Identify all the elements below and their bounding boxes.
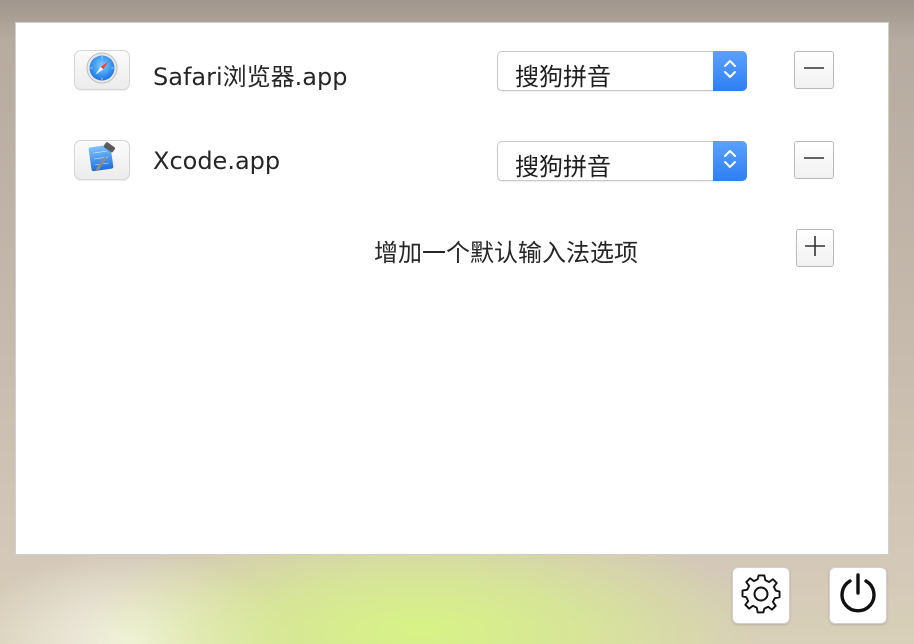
app-name-label: Xcode.app (153, 147, 281, 175)
plus-icon (804, 235, 826, 261)
add-default-input-method-label: 增加一个默认输入法选项 (374, 239, 638, 267)
select-stepper[interactable] (713, 141, 747, 181)
gear-icon (739, 572, 783, 620)
minus-icon (803, 57, 825, 83)
app-name-label: Safari浏览器.app (153, 63, 348, 91)
safari-app-icon-button[interactable] (74, 50, 130, 90)
chevron-up-down-icon (723, 147, 737, 175)
add-option-button[interactable] (796, 229, 834, 267)
remove-app-button[interactable] (794, 141, 834, 179)
quit-button[interactable] (829, 567, 887, 624)
settings-button[interactable] (732, 567, 790, 624)
safari-compass-icon (86, 52, 118, 88)
chevron-up-down-icon (723, 57, 737, 85)
app-row-xcode: Xcode.app 搜狗拼音 (16, 140, 890, 184)
input-method-select[interactable]: 搜狗拼音 (497, 141, 747, 181)
app-row-safari: Safari浏览器.app 搜狗拼音 (16, 50, 890, 94)
power-icon (835, 571, 881, 621)
remove-app-button[interactable] (794, 51, 834, 89)
input-method-select[interactable]: 搜狗拼音 (497, 51, 747, 91)
input-method-value: 搜狗拼音 (515, 153, 611, 181)
select-stepper[interactable] (713, 51, 747, 91)
minus-icon (803, 147, 825, 173)
app-input-method-panel: Safari浏览器.app 搜狗拼音 Xcode.app 搜狗拼音 增加一个默认… (15, 22, 889, 555)
xcode-app-icon-button[interactable] (74, 140, 130, 180)
xcode-hammer-icon (86, 142, 118, 178)
input-method-value: 搜狗拼音 (515, 63, 611, 91)
